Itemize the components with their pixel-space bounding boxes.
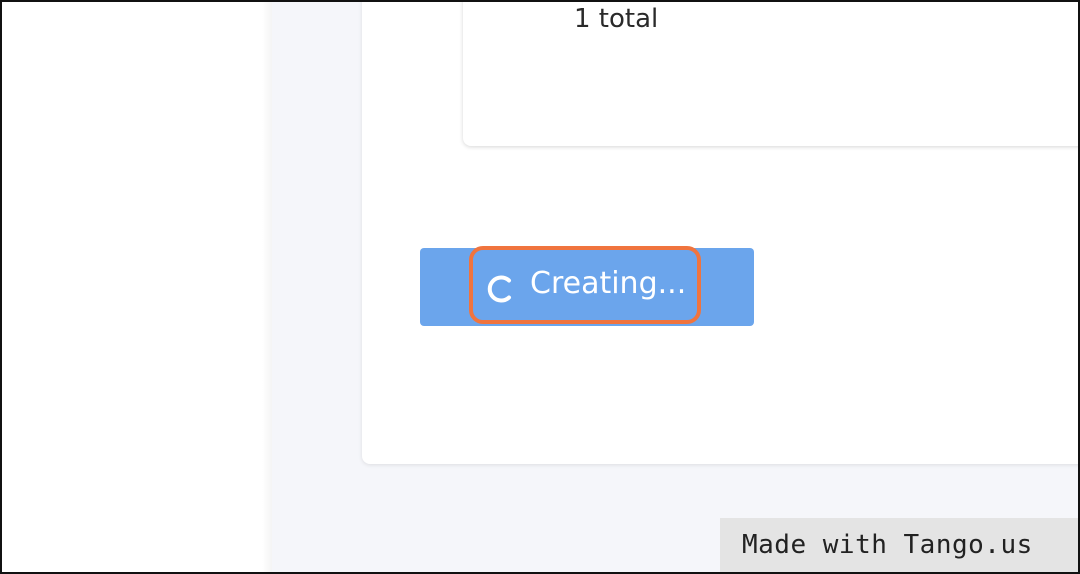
summary-card	[463, 0, 1080, 146]
left-sidebar	[0, 0, 272, 574]
spinner-icon	[487, 275, 511, 303]
watermark-text: Made with Tango.us	[742, 530, 1033, 560]
creating-button-label: Creating...	[530, 266, 687, 301]
total-count: 1 total	[574, 4, 659, 34]
